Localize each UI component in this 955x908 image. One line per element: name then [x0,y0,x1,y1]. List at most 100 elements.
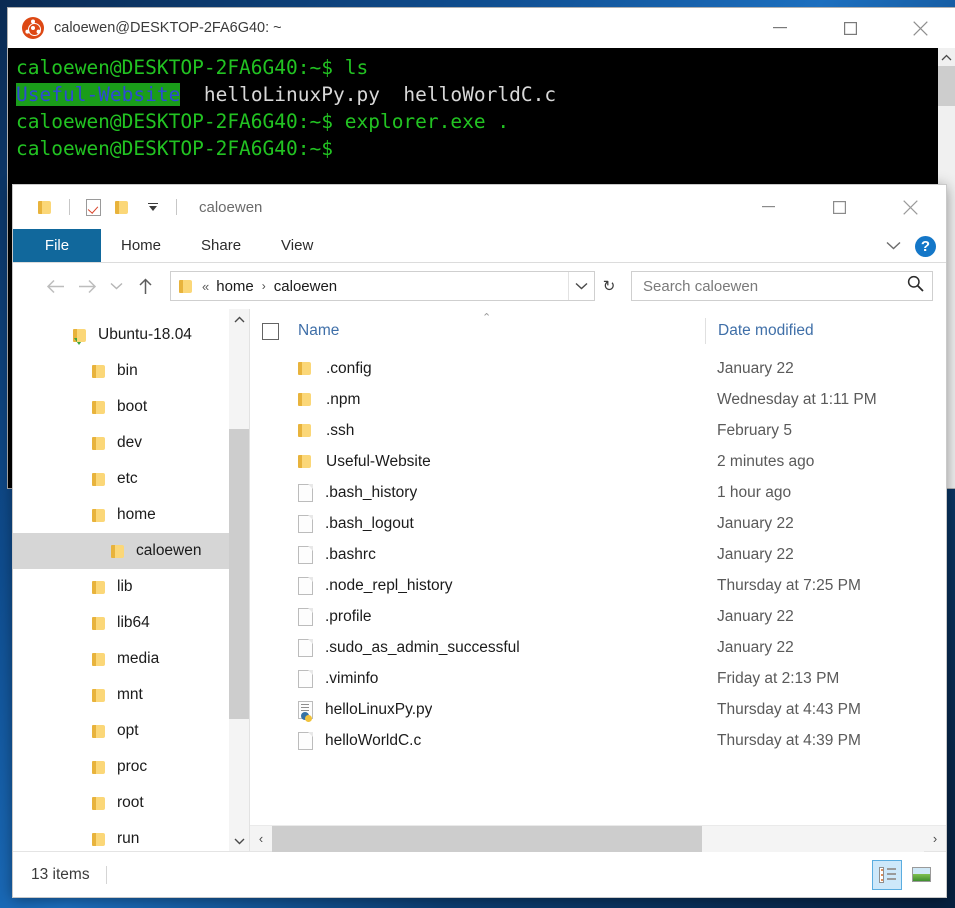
nav-vertical-scrollbar[interactable] [229,309,249,851]
sidebar-item-home[interactable]: home [13,497,249,533]
customize-caret-icon[interactable] [138,193,168,221]
breadcrumb-item-caloewen[interactable]: caloewen [274,278,337,295]
file-row[interactable]: .bash_history1 hour ago [250,477,946,508]
address-bar-row: « home › caloewen ↻ [13,263,946,309]
file-list[interactable]: .configJanuary 22.npmWednesday at 1:11 P… [250,353,946,825]
new-folder-icon[interactable] [108,193,138,221]
sidebar-item-opt[interactable]: opt [13,713,249,749]
folder-icon [92,436,108,451]
file-row[interactable]: helloLinuxPy.pyThursday at 4:43 PM [250,694,946,725]
file-row-name-cell[interactable]: .viminfo [250,670,705,688]
tab-file[interactable]: File [13,229,101,262]
breadcrumb[interactable]: « home › caloewen [170,271,595,301]
file-row-name-cell[interactable]: helloWorldC.c [250,732,705,750]
sidebar-item-mnt[interactable]: mnt [13,677,249,713]
toolbar-divider [69,199,70,215]
terminal-minimize-button[interactable] [745,8,815,48]
up-one-level-button[interactable] [129,270,161,302]
folder-icon [92,508,108,523]
file-list-horizontal-scrollbar[interactable]: ‹ › [250,825,946,851]
navigation-pane[interactable]: Ubuntu-18.04binbootdevetchomecaloewenlib… [13,309,249,851]
file-row-name-cell[interactable]: Useful-Website [250,453,705,471]
nav-scroll-thumb[interactable] [229,429,249,719]
tab-view[interactable]: View [261,229,333,262]
file-row[interactable]: .configJanuary 22 [250,353,946,384]
file-row[interactable]: Useful-Website2 minutes ago [250,446,946,477]
breadcrumb-item-home[interactable]: home [216,278,254,295]
file-row-name-cell[interactable]: .profile [250,608,705,626]
sidebar-item-root[interactable]: root [13,785,249,821]
file-row[interactable]: .bash_logoutJanuary 22 [250,508,946,539]
scroll-up-icon[interactable] [938,48,955,66]
sidebar-item-boot[interactable]: boot [13,389,249,425]
file-row[interactable]: helloWorldC.cThursday at 4:39 PM [250,725,946,756]
terminal-titlebar[interactable]: caloewen@DESKTOP-2FA6G40: ~ [8,8,955,48]
file-row-name-cell[interactable]: .config [250,360,705,378]
file-row-name-cell[interactable]: .bash_history [250,484,705,502]
file-row-name-cell[interactable]: .ssh [250,422,705,440]
sidebar-item-lib64[interactable]: lib64 [13,605,249,641]
file-row[interactable]: .sshFebruary 5 [250,415,946,446]
file-row-name-cell[interactable]: .node_repl_history [250,577,705,595]
search-icon[interactable] [907,275,924,297]
nav-scroll-up-icon[interactable] [229,309,249,329]
terminal-line: caloewen@DESKTOP-2FA6G40:~$ explorer.exe… [16,108,955,135]
search-box[interactable] [631,271,933,301]
file-row[interactable]: .viminfoFriday at 2:13 PM [250,663,946,694]
hscroll-right-icon[interactable]: › [924,826,946,852]
terminal-scroll-thumb[interactable] [938,66,955,106]
explorer-titlebar[interactable]: caloewen [13,185,946,229]
terminal-maximize-button[interactable] [815,8,885,48]
back-button[interactable] [39,270,71,302]
file-row-name-cell[interactable]: .bashrc [250,546,705,564]
tab-home[interactable]: Home [101,229,181,262]
sidebar-item-bin[interactable]: bin [13,353,249,389]
file-row-name-cell[interactable]: .npm [250,391,705,409]
file-row[interactable]: .sudo_as_admin_successfulJanuary 22 [250,632,946,663]
properties-icon[interactable] [78,193,108,221]
large-icons-view-button[interactable] [906,860,936,890]
forward-button[interactable] [71,270,103,302]
explorer-close-button[interactable] [875,185,946,229]
sidebar-item-ubuntu-18-04[interactable]: Ubuntu-18.04 [13,317,249,353]
address-dropdown-icon[interactable] [568,272,594,300]
ribbon-tab-bar: File Home Share View ? [13,229,946,263]
toolbar-divider [176,199,177,215]
recent-locations-icon[interactable] [103,270,129,302]
file-row-name-cell[interactable]: helloLinuxPy.py [250,701,705,719]
sidebar-item-etc[interactable]: etc [13,461,249,497]
terminal-close-button[interactable] [885,8,955,48]
sidebar-item-proc[interactable]: proc [13,749,249,785]
hscroll-track[interactable] [272,826,924,852]
column-header-name[interactable]: Name [250,322,705,340]
sidebar-item-caloewen[interactable]: caloewen [13,533,249,569]
file-row-name-cell[interactable]: .sudo_as_admin_successful [250,639,705,657]
column-header-date-modified[interactable]: Date modified [705,318,946,344]
file-row[interactable]: .npmWednesday at 1:11 PM [250,384,946,415]
search-input[interactable] [643,278,907,295]
sidebar-item-lib[interactable]: lib [13,569,249,605]
file-row-name-cell[interactable]: .bash_logout [250,515,705,533]
help-icon[interactable]: ? [915,236,936,257]
nav-scroll-down-icon[interactable] [229,831,249,851]
nav-scroll-track[interactable] [229,329,249,831]
sidebar-item-run[interactable]: run [13,821,249,851]
sidebar-item-dev[interactable]: dev [13,425,249,461]
file-row[interactable]: .bashrcJanuary 22 [250,539,946,570]
sidebar-item-media[interactable]: media [13,641,249,677]
explorer-minimize-button[interactable] [733,185,804,229]
select-all-checkbox[interactable] [262,323,279,340]
file-row[interactable]: .profileJanuary 22 [250,601,946,632]
details-view-button[interactable] [872,860,902,890]
explorer-app-icon[interactable] [31,193,61,221]
breadcrumb-overflow-icon[interactable]: « [202,279,209,294]
file-explorer-window[interactable]: caloewen File Home Share View ? [13,185,946,897]
tab-share[interactable]: Share [181,229,261,262]
hscroll-left-icon[interactable]: ‹ [250,826,272,852]
refresh-icon[interactable]: ↻ [595,272,623,300]
explorer-maximize-button[interactable] [804,185,875,229]
expand-ribbon-icon[interactable] [886,237,901,255]
hscroll-thumb[interactable] [272,826,702,852]
file-row[interactable]: .node_repl_historyThursday at 7:25 PM [250,570,946,601]
file-list-pane[interactable]: ⌃ Name Date modified .configJanuary 22.n… [250,309,946,851]
